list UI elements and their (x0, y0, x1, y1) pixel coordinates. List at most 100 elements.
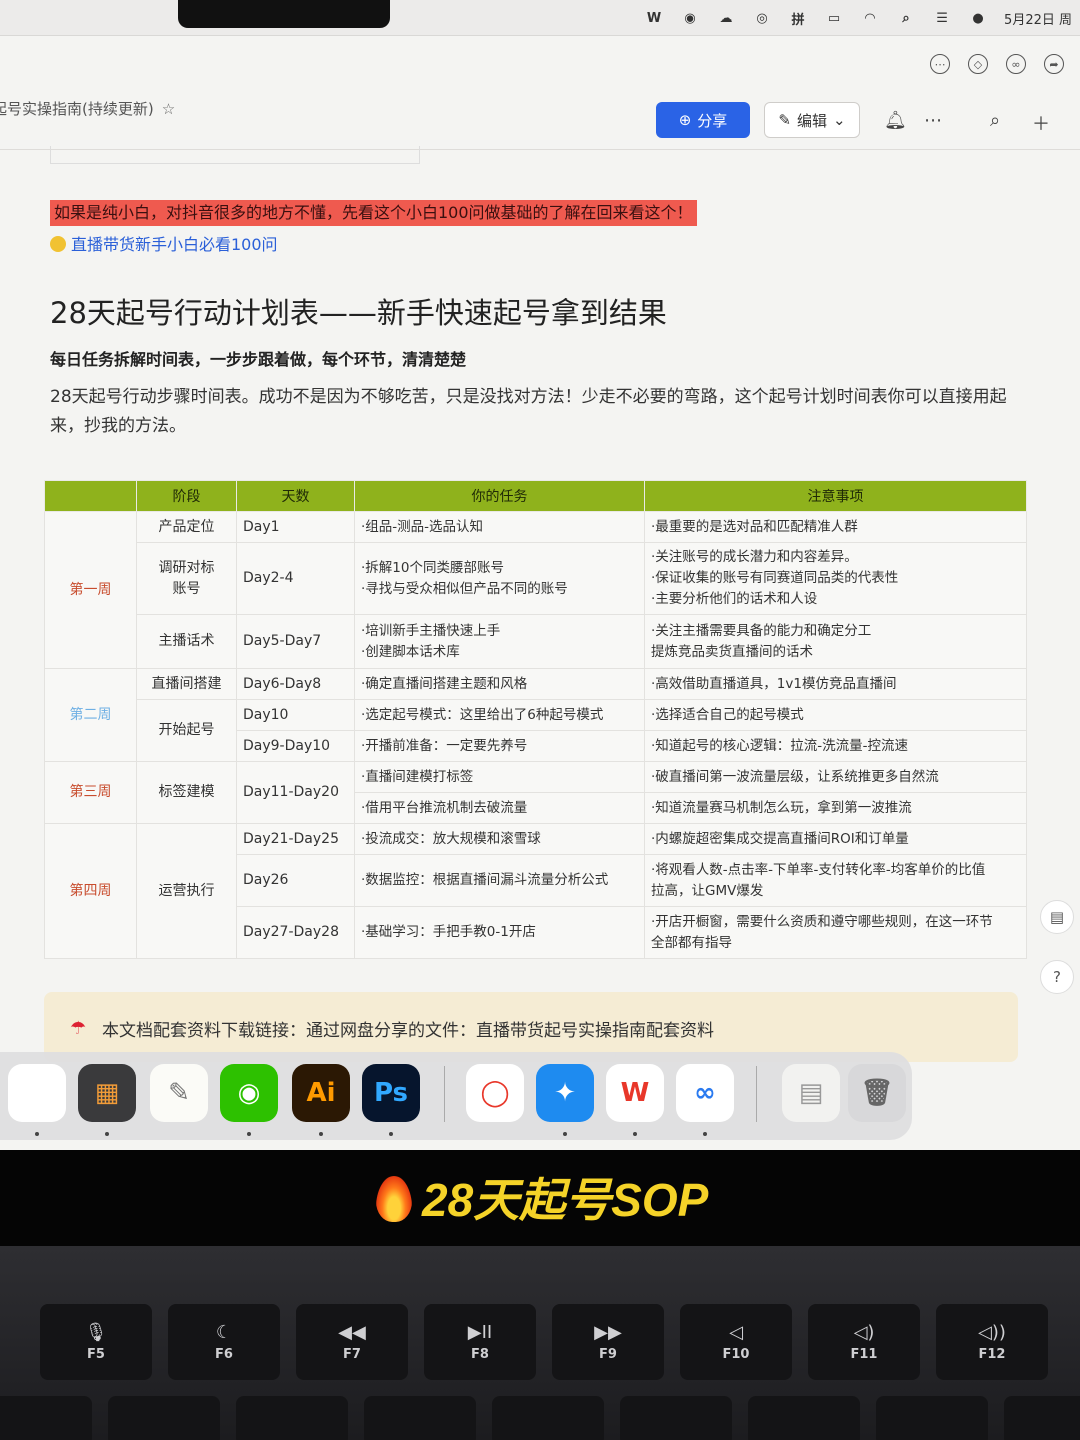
note-line: ·主要分析他们的话术和人设 (651, 591, 818, 607)
number-row-key[interactable] (876, 1396, 988, 1440)
key-f9[interactable]: ▶▶ F9 (552, 1304, 664, 1380)
note-cell: ·选择适合自己的起号模式 (644, 699, 1027, 731)
stage-cell: 调研对标 账号 (136, 542, 237, 615)
number-row-key[interactable] (236, 1396, 348, 1440)
beginner-guide-link-text: 直播带货新手小白必看100问 (71, 235, 278, 254)
wechat-app[interactable]: ◉ (220, 1064, 278, 1122)
table-row: 调研对标 账号 Day2-4 ·拆解10个同类腰部账号 ·寻找与受众相似但产品不… (45, 542, 1027, 615)
umbrella-icon: ☂ (70, 1018, 87, 1039)
key-f8[interactable]: ▶II F8 (424, 1304, 536, 1380)
key-f10[interactable]: ◁ F10 (680, 1304, 792, 1380)
stage-line: 账号 (172, 580, 201, 597)
screen: W ◉ ☁ ◎ 拼 ▭ ◠ ⌕ ☰ ● 5月22日 周 ⋯ ◇ ∞ ➦ 起号实操… (0, 0, 1080, 1150)
note-line: 拉高，让GMV爆发 (651, 882, 764, 899)
quark-app[interactable]: ◯ (466, 1064, 524, 1122)
number-row-key[interactable] (492, 1396, 604, 1440)
fire-icon (376, 1176, 412, 1222)
key-symbol: ◁) (853, 1322, 875, 1343)
number-row-key[interactable] (1004, 1396, 1080, 1440)
stage-cell: 运营执行 (136, 823, 237, 959)
siri-icon[interactable]: ● (968, 9, 988, 27)
document-title-row: 起号实操指南(持续更新) ☆ (0, 98, 175, 119)
photoshop-app[interactable]: Ps (362, 1064, 420, 1122)
running-indicator (633, 1132, 637, 1136)
forward-icon[interactable]: ➦ (1044, 54, 1064, 74)
wps-icon[interactable]: W (644, 9, 664, 27)
number-row-key[interactable] (0, 1396, 92, 1440)
number-row-key[interactable] (748, 1396, 860, 1440)
key-f12[interactable]: ◁)) F12 (936, 1304, 1048, 1380)
beginner-guide-link[interactable]: 直播带货新手小白必看100问 (50, 231, 278, 255)
more-icon[interactable]: ⋯ (924, 110, 942, 131)
star-icon[interactable]: ☆ (162, 100, 175, 118)
task-line: ·寻找与受众相似但产品不同的账号 (361, 580, 568, 597)
cover-title: 28天起号SOP (376, 1164, 708, 1230)
sync-icon[interactable]: ◎ (752, 9, 772, 27)
note-cell: ·关注主播需要具备的能力和确定分工 提炼竞品卖货直播间的话术 (644, 614, 1027, 669)
key-symbol: 🎙 (84, 1322, 108, 1343)
control-center-icon[interactable]: ☰ (932, 9, 952, 27)
textedit-app[interactable]: ✎ (150, 1064, 208, 1122)
day-cell: Day11-Day20 (236, 761, 355, 824)
add-icon[interactable]: ＋ (1032, 110, 1050, 136)
number-row-key[interactable] (364, 1396, 476, 1440)
safari-app[interactable]: ✦ (536, 1064, 594, 1122)
calculator-app[interactable]: ▦ (78, 1064, 136, 1122)
day-cell: Day1 (236, 511, 355, 543)
note-line: ·关注主播需要具备的能力和确定分工 (651, 622, 872, 639)
feishu-app[interactable] (8, 1064, 66, 1122)
chevron-down-icon: ⌄ (833, 111, 846, 129)
day-cell: Day5-Day7 (236, 614, 355, 669)
battery-icon[interactable]: ▭ (824, 9, 844, 27)
key-f11[interactable]: ◁) F11 (808, 1304, 920, 1380)
edit-button[interactable]: ✎ 编辑 ⌄ (764, 102, 860, 138)
baidu-netdisk-app[interactable]: ∞ (676, 1064, 734, 1122)
search-icon[interactable]: ⌕ (990, 110, 1000, 131)
dock-separator (756, 1066, 757, 1122)
key-f7[interactable]: ◀◀ F7 (296, 1304, 408, 1380)
key-label: F8 (471, 1347, 489, 1362)
note-line: ·开店开橱窗，需要什么资质和遵守哪些规则，在这一环节 (651, 913, 993, 930)
input-method-icon[interactable]: 拼 (788, 9, 808, 28)
share-button[interactable]: ⊕ 分享 (656, 102, 750, 138)
document-title[interactable]: 起号实操指南(持续更新) (0, 100, 154, 118)
illustrator-app[interactable]: Ai (292, 1064, 350, 1122)
key-label: F10 (722, 1347, 750, 1362)
page-heading: 28天起号行动计划表——新手快速起号拿到结果 (50, 296, 667, 330)
comment-icon[interactable]: ⋯ (930, 54, 950, 74)
key-f6[interactable]: ☾ F6 (168, 1304, 280, 1380)
trash-app[interactable]: 🗑 (848, 1064, 906, 1122)
bell-icon[interactable]: 🔔︎ (884, 110, 907, 131)
search-icon[interactable]: ⌕ (896, 9, 916, 27)
document-outline-icon[interactable]: ▤ (1040, 900, 1074, 934)
keyboard: 🎙 F5 ☾ F6 ◀◀ F7 ▶II F8 ▶▶ F9 ◁ F10 ◁) F11 ◁)) F12 (0, 1246, 1080, 1440)
day-cell: Day2-4 (236, 542, 355, 615)
day-cell: Day9-Day10 (236, 730, 355, 762)
document-stack[interactable]: ▤ (782, 1064, 840, 1122)
wechat-icon[interactable]: ◉ (680, 9, 700, 27)
week-four: 第四周 (44, 823, 137, 959)
header-stage: 阶段 (136, 480, 237, 512)
dock: ▦ ✎ ◉ Ai Ps ◯ ✦ W ∞ ▤ 🗑 (0, 1052, 912, 1140)
number-row-key[interactable] (620, 1396, 732, 1440)
table-header-row: 阶段 天数 你的任务 注意事项 (44, 480, 1027, 512)
resource-callout-text[interactable]: 本文档配套资料下载链接：通过网盘分享的文件：直播带货起号实操指南配套资料 (102, 1016, 714, 1041)
day-cell: Day21-Day25 (236, 823, 355, 855)
table-row: 主播话术 Day5-Day7 ·培训新手主播快速上手 ·创建脚本话术库 ·关注主… (45, 614, 1027, 669)
help-icon[interactable]: ? (1040, 960, 1074, 994)
task-cell: ·投流成交：放大规模和滚雪球 (354, 823, 645, 855)
number-row-key[interactable] (108, 1396, 220, 1440)
compass-icon[interactable]: ◇ (968, 54, 988, 74)
wifi-icon[interactable]: ◠ (860, 9, 880, 27)
key-label: F9 (599, 1347, 617, 1362)
browser-toolbar: ⋯ ◇ ∞ ➦ (0, 48, 1080, 84)
day-cell: Day10 (236, 699, 355, 731)
globe-icon: ⊕ (678, 111, 692, 129)
cloud-upload-icon[interactable]: ☁ (716, 9, 736, 27)
wps-app[interactable]: W (606, 1064, 664, 1122)
week-one: 第一周 (44, 511, 137, 669)
previous-block (50, 146, 420, 164)
key-f5[interactable]: 🎙 F5 (40, 1304, 152, 1380)
link-icon[interactable]: ∞ (1006, 54, 1026, 74)
week-three: 第三周 (44, 761, 137, 824)
